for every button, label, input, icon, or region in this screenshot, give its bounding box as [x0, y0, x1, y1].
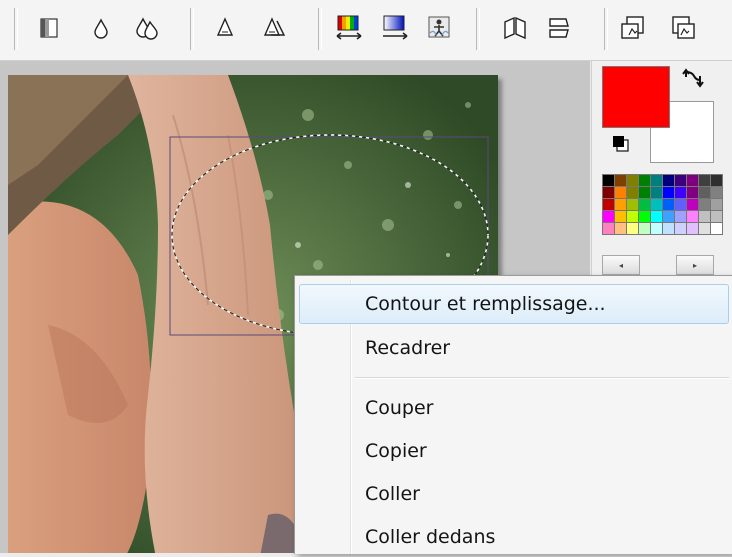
- palette-swatch[interactable]: [651, 187, 662, 198]
- palette-swatch[interactable]: [603, 211, 614, 222]
- palette-swatch[interactable]: [687, 175, 698, 186]
- menu-item-coller[interactable]: Coller: [299, 474, 729, 514]
- menu-item-couper[interactable]: Couper: [299, 388, 729, 428]
- palette-swatch[interactable]: [639, 211, 650, 222]
- palette-swatch[interactable]: [663, 211, 674, 222]
- drop-icon[interactable]: [82, 8, 120, 48]
- palette-swatch[interactable]: [699, 187, 710, 198]
- default-colors-icon[interactable]: [612, 135, 630, 153]
- palette-swatch[interactable]: [651, 211, 662, 222]
- palette-swatch[interactable]: [627, 199, 638, 210]
- palette-next-button[interactable]: ▸: [676, 255, 714, 275]
- menu-item-contour-et-remplissage[interactable]: Contour et remplissage...: [299, 284, 729, 324]
- palette-swatch[interactable]: [627, 223, 638, 234]
- palette-swatch[interactable]: [699, 175, 710, 186]
- palette-swatch[interactable]: [675, 199, 686, 210]
- menu-item-copier[interactable]: Copier: [299, 431, 729, 471]
- sharpen-icon[interactable]: [206, 8, 244, 48]
- palette-swatch[interactable]: [603, 187, 614, 198]
- chevron-right-icon: ▸: [692, 260, 697, 270]
- foreground-color-swatch[interactable]: [602, 66, 670, 128]
- color-gradient-arrow-icon[interactable]: [330, 8, 368, 48]
- menu-item-label: Coller: [365, 483, 420, 505]
- menu-item-label: Coller dedans: [365, 526, 496, 548]
- palette-swatch[interactable]: [639, 175, 650, 186]
- flip-horizontal-icon[interactable]: [496, 8, 534, 48]
- palette-swatch[interactable]: [651, 199, 662, 210]
- flip-vertical-icon[interactable]: [540, 8, 578, 48]
- toolbar-separator: [190, 8, 194, 50]
- palette-swatch[interactable]: [639, 223, 650, 234]
- context-menu: Contour et remplissage... Recadrer Coupe…: [294, 275, 732, 554]
- color-palette[interactable]: [602, 174, 723, 235]
- palette-swatch[interactable]: [711, 199, 722, 210]
- swap-colors-icon[interactable]: [680, 65, 706, 91]
- toolbar-separator: [604, 8, 608, 50]
- palette-swatch[interactable]: [711, 223, 722, 234]
- double-drop-icon[interactable]: [128, 8, 166, 48]
- palette-swatch[interactable]: [615, 223, 626, 234]
- rotate-left-icon[interactable]: [614, 8, 652, 48]
- palette-swatch[interactable]: [603, 175, 614, 186]
- palette-swatch[interactable]: [651, 223, 662, 234]
- palette-swatch[interactable]: [615, 211, 626, 222]
- menu-item-label: Couper: [365, 397, 434, 419]
- palette-swatch[interactable]: [699, 199, 710, 210]
- palette-swatch[interactable]: [615, 175, 626, 186]
- palette-swatch[interactable]: [687, 187, 698, 198]
- toolbar-separator: [318, 8, 322, 50]
- palette-swatch[interactable]: [675, 223, 686, 234]
- palette-swatch[interactable]: [675, 211, 686, 222]
- toolbar-separator: [14, 8, 18, 50]
- palette-swatch[interactable]: [711, 187, 722, 198]
- menu-item-label: Copier: [365, 440, 427, 462]
- palette-swatch[interactable]: [711, 211, 722, 222]
- menu-separator: [355, 377, 729, 379]
- menu-item-coller-dedans[interactable]: Coller dedans: [299, 517, 729, 557]
- menu-item-label: Recadrer: [365, 337, 451, 359]
- rotate-right-icon[interactable]: [664, 8, 702, 48]
- palette-swatch[interactable]: [651, 175, 662, 186]
- menu-item-label: Contour et remplissage...: [365, 293, 606, 315]
- palette-swatch[interactable]: [627, 175, 638, 186]
- menu-item-recadrer[interactable]: Recadrer: [299, 328, 729, 368]
- double-sharpen-icon[interactable]: [256, 8, 294, 48]
- palette-swatch[interactable]: [663, 187, 674, 198]
- chevron-left-icon: ◂: [618, 260, 623, 270]
- blue-gradient-arrow-icon[interactable]: [376, 8, 414, 48]
- toolbar-separator: [476, 8, 480, 50]
- palette-swatch[interactable]: [627, 187, 638, 198]
- palette-swatch[interactable]: [687, 223, 698, 234]
- palette-swatch[interactable]: [711, 175, 722, 186]
- palette-swatch[interactable]: [615, 187, 626, 198]
- palette-swatch[interactable]: [675, 175, 686, 186]
- gradient-fill-icon[interactable]: [30, 8, 68, 48]
- toolbar: [0, 0, 732, 61]
- palette-swatch[interactable]: [639, 199, 650, 210]
- palette-swatch[interactable]: [639, 187, 650, 198]
- palette-swatch[interactable]: [663, 175, 674, 186]
- palette-swatch[interactable]: [603, 223, 614, 234]
- palette-swatch[interactable]: [627, 211, 638, 222]
- palette-swatch[interactable]: [615, 199, 626, 210]
- palette-prev-button[interactable]: ◂: [602, 255, 640, 275]
- palette-swatch[interactable]: [675, 187, 686, 198]
- palette-swatch[interactable]: [663, 199, 674, 210]
- effect-figure-icon[interactable]: [420, 8, 458, 48]
- palette-swatch[interactable]: [603, 199, 614, 210]
- palette-swatch[interactable]: [663, 223, 674, 234]
- palette-swatch[interactable]: [687, 199, 698, 210]
- palette-swatch[interactable]: [687, 211, 698, 222]
- palette-swatch[interactable]: [699, 211, 710, 222]
- palette-swatch[interactable]: [699, 223, 710, 234]
